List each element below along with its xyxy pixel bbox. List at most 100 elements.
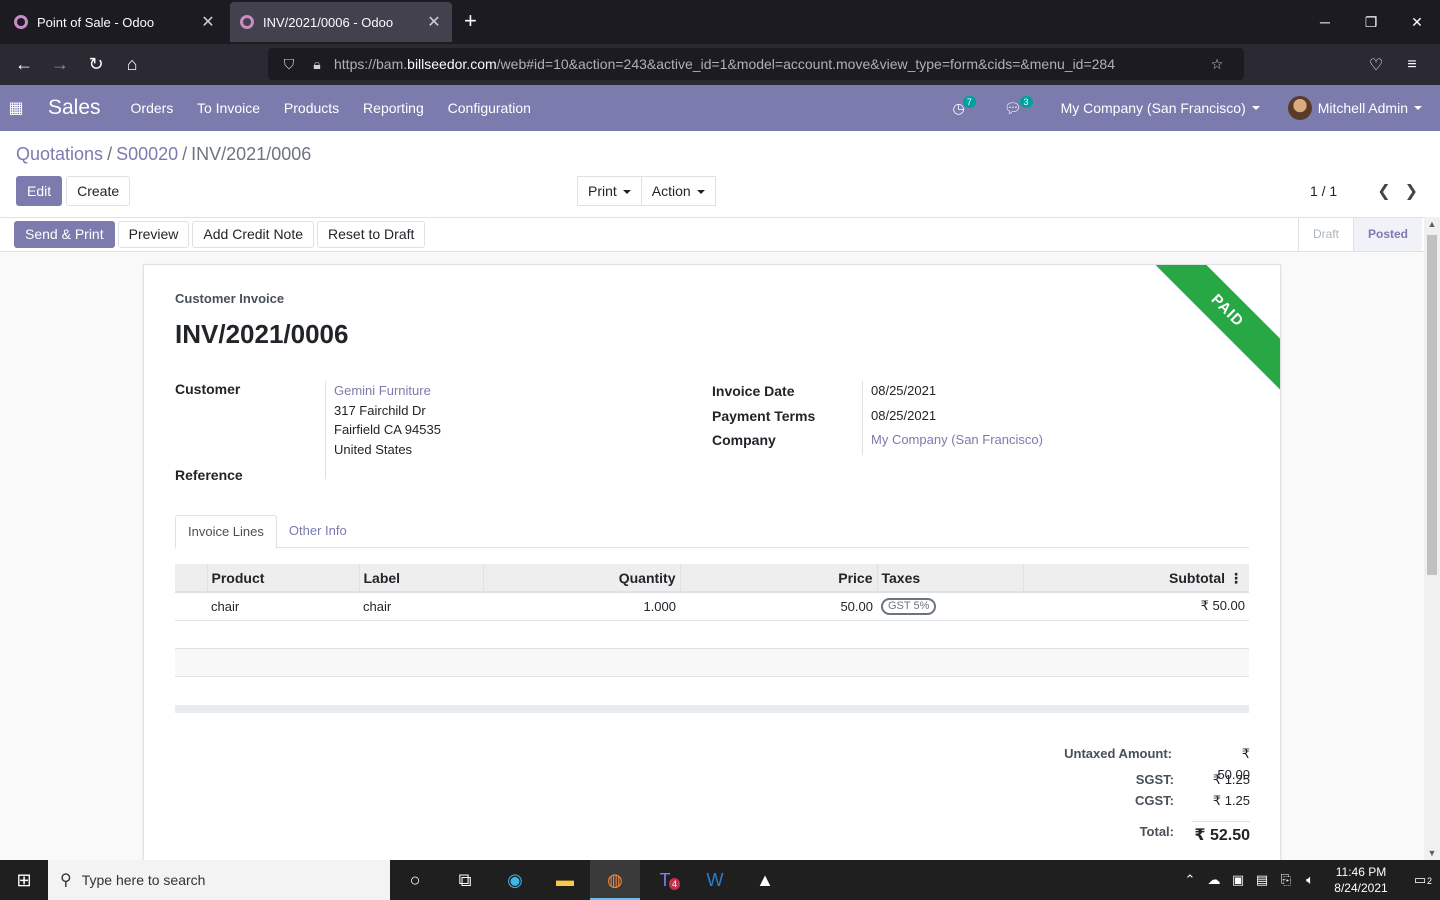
empty-row [175,620,1249,649]
action-dropdown[interactable]: Action [640,176,716,206]
breadcrumb-order[interactable]: S00020 [116,144,178,164]
notification-icon[interactable]: ▭ 2 [1400,872,1440,888]
odoo-favicon-icon [240,15,254,29]
reference-value [325,465,334,479]
clock[interactable]: 11:46 PM 8/24/2021 [1322,864,1400,896]
cgst-label: CGST: [1135,793,1174,808]
menu-configuration[interactable]: Configuration [448,100,531,116]
chevron-right-icon[interactable]: ❯ [1405,181,1418,201]
browser-tab-invoice[interactable]: INV/2021/0006 - Odoo ✕ [230,2,452,42]
chevron-down-icon [622,190,631,195]
send-print-button[interactable]: Send & Print [14,221,115,248]
column-header[interactable]: Subtotal ⋮ [1022,564,1249,593]
invoice-sheet: PAID Customer Invoice INV/2021/0006 Cust… [143,264,1281,860]
reference-label: Reference [175,467,243,483]
subtotal-cell: ₹ 50.00 [1023,592,1249,621]
create-button[interactable]: Create [66,176,131,206]
breadcrumb-quotations[interactable]: Quotations [16,144,103,164]
teams-icon[interactable]: T4 [640,860,690,900]
shield-icon[interactable]: ⛉ [278,56,300,73]
task-view-icon[interactable]: ⧉ [440,860,490,900]
price-cell: 50.00 [680,592,877,621]
search-placeholder: Type here to search [81,872,206,888]
network-icon[interactable]: ⎘ [1274,872,1298,888]
page-scrollbar[interactable]: ▲ ▼ [1424,217,1440,860]
add-credit-note-button[interactable]: Add Credit Note [192,221,315,248]
photos-icon[interactable]: ▲ [740,860,790,900]
activity-menu[interactable]: ◷ 7 [953,96,976,117]
edit-button[interactable]: Edit [16,176,63,206]
optional-columns-icon[interactable]: ⋮ [1229,570,1243,587]
browser-tab-pos[interactable]: Point of Sale - Odoo ✕ [4,2,226,42]
url-text[interactable]: https://bam.billseedor.com/web#id=10&act… [334,56,1206,72]
total-value: ₹ 52.50 [1192,821,1250,845]
scroll-down-icon[interactable]: ▼ [1424,848,1440,858]
close-window-icon[interactable]: ✕ [1394,0,1440,44]
volume-icon[interactable]: 🔈︎ [1298,872,1322,888]
close-icon[interactable]: ✕ [426,12,442,32]
stage-draft: Draft [1297,218,1353,251]
menu-to-invoice[interactable]: To Invoice [197,100,260,116]
forward-icon[interactable]: → [42,54,78,75]
firefox-icon[interactable]: ◍ [590,860,640,900]
onedrive-icon[interactable]: ☁ [1202,872,1226,888]
print-dropdown[interactable]: Print [577,176,642,206]
cortana-icon[interactable]: ○ [390,860,440,900]
windows-start-icon[interactable]: ⊞ [0,870,48,891]
tab-title: INV/2021/0006 - Odoo [263,14,394,30]
apps-menu-icon[interactable]: ▦ [0,98,32,118]
preview-button[interactable]: Preview [117,221,190,248]
tax-tag: GST 5% [881,598,937,616]
column-header[interactable]: Product [206,564,359,593]
menu-reporting[interactable]: Reporting [363,100,424,116]
table-row[interactable]: chair chair 1.000 50.00 GST 5% ₹ 50.00 [175,592,1249,621]
column-header[interactable]: Taxes [876,564,1023,593]
address-line: Fairfield CA 94535 [334,422,441,437]
scrollbar-thumb[interactable] [1427,235,1437,575]
meet-icon[interactable]: ▣ [1226,872,1250,888]
tab-other-info[interactable]: Other Info [277,515,359,547]
column-header[interactable]: Label [358,564,483,593]
pocket-icon[interactable]: ♡ [1358,55,1394,75]
home-icon[interactable]: ⌂ [114,54,150,75]
chevron-left-icon[interactable]: ❮ [1377,181,1390,201]
cgst-value: ₹ 1.25 [1212,793,1250,808]
word-icon[interactable]: W [690,860,740,900]
minimize-icon[interactable]: ─ [1302,0,1348,44]
customer-link[interactable]: Gemini Furniture [334,381,441,401]
menu-orders[interactable]: Orders [131,100,174,116]
sgst-label: SGST: [1135,772,1174,787]
tab-title: Point of Sale - Odoo [37,14,155,30]
app-name[interactable]: Sales [48,96,101,120]
security-icon[interactable]: ▤ [1250,872,1274,888]
menu-products[interactable]: Products [284,100,339,116]
back-icon[interactable]: ← [6,54,42,75]
taskbar-search[interactable]: ⚲ Type here to search [48,860,390,900]
chevron-up-icon[interactable]: ⌃ [1178,872,1202,888]
messaging-menu[interactable]: 💬︎ 3 [1004,96,1033,117]
payment-terms-value: 08/25/2021 [862,405,936,430]
tab-invoice-lines[interactable]: Invoice Lines [175,515,277,549]
company-link[interactable]: My Company (San Francisco) [862,430,1043,455]
lock-icon[interactable]: 🔒︎ [306,56,328,73]
bookmark-star-icon[interactable]: ☆ [1206,56,1228,73]
user-menu[interactable]: Mitchell Admin [1287,96,1422,120]
restore-icon[interactable]: ❐ [1348,0,1394,44]
breadcrumb: Quotations / S00020/INV/2021/0006 [16,144,312,164]
scroll-up-icon[interactable]: ▲ [1424,219,1440,229]
new-tab-icon[interactable]: + [464,2,477,42]
reset-to-draft-button[interactable]: Reset to Draft [317,221,426,248]
menu-icon[interactable]: ≡ [1394,56,1430,74]
invoice-info-group: Invoice Date 08/25/2021 Payment Terms 08… [712,381,1212,455]
edge-icon[interactable]: ◉ [490,860,540,900]
breadcrumb-current: INV/2021/0006 [191,144,312,164]
paid-ribbon: PAID [1140,265,1280,398]
file-explorer-icon[interactable]: ▬ [540,860,590,900]
pager-value[interactable]: 1 / 1 [1310,183,1337,199]
reload-icon[interactable]: ↻ [78,54,114,75]
column-header[interactable]: Quantity [482,564,680,593]
column-header[interactable]: Price [679,564,877,593]
close-icon[interactable]: ✕ [200,12,216,32]
company-switcher[interactable]: My Company (San Francisco) [1061,100,1260,116]
url-bar[interactable]: ⛉ 🔒︎ https://bam.billseedor.com/web#id=1… [268,48,1244,80]
